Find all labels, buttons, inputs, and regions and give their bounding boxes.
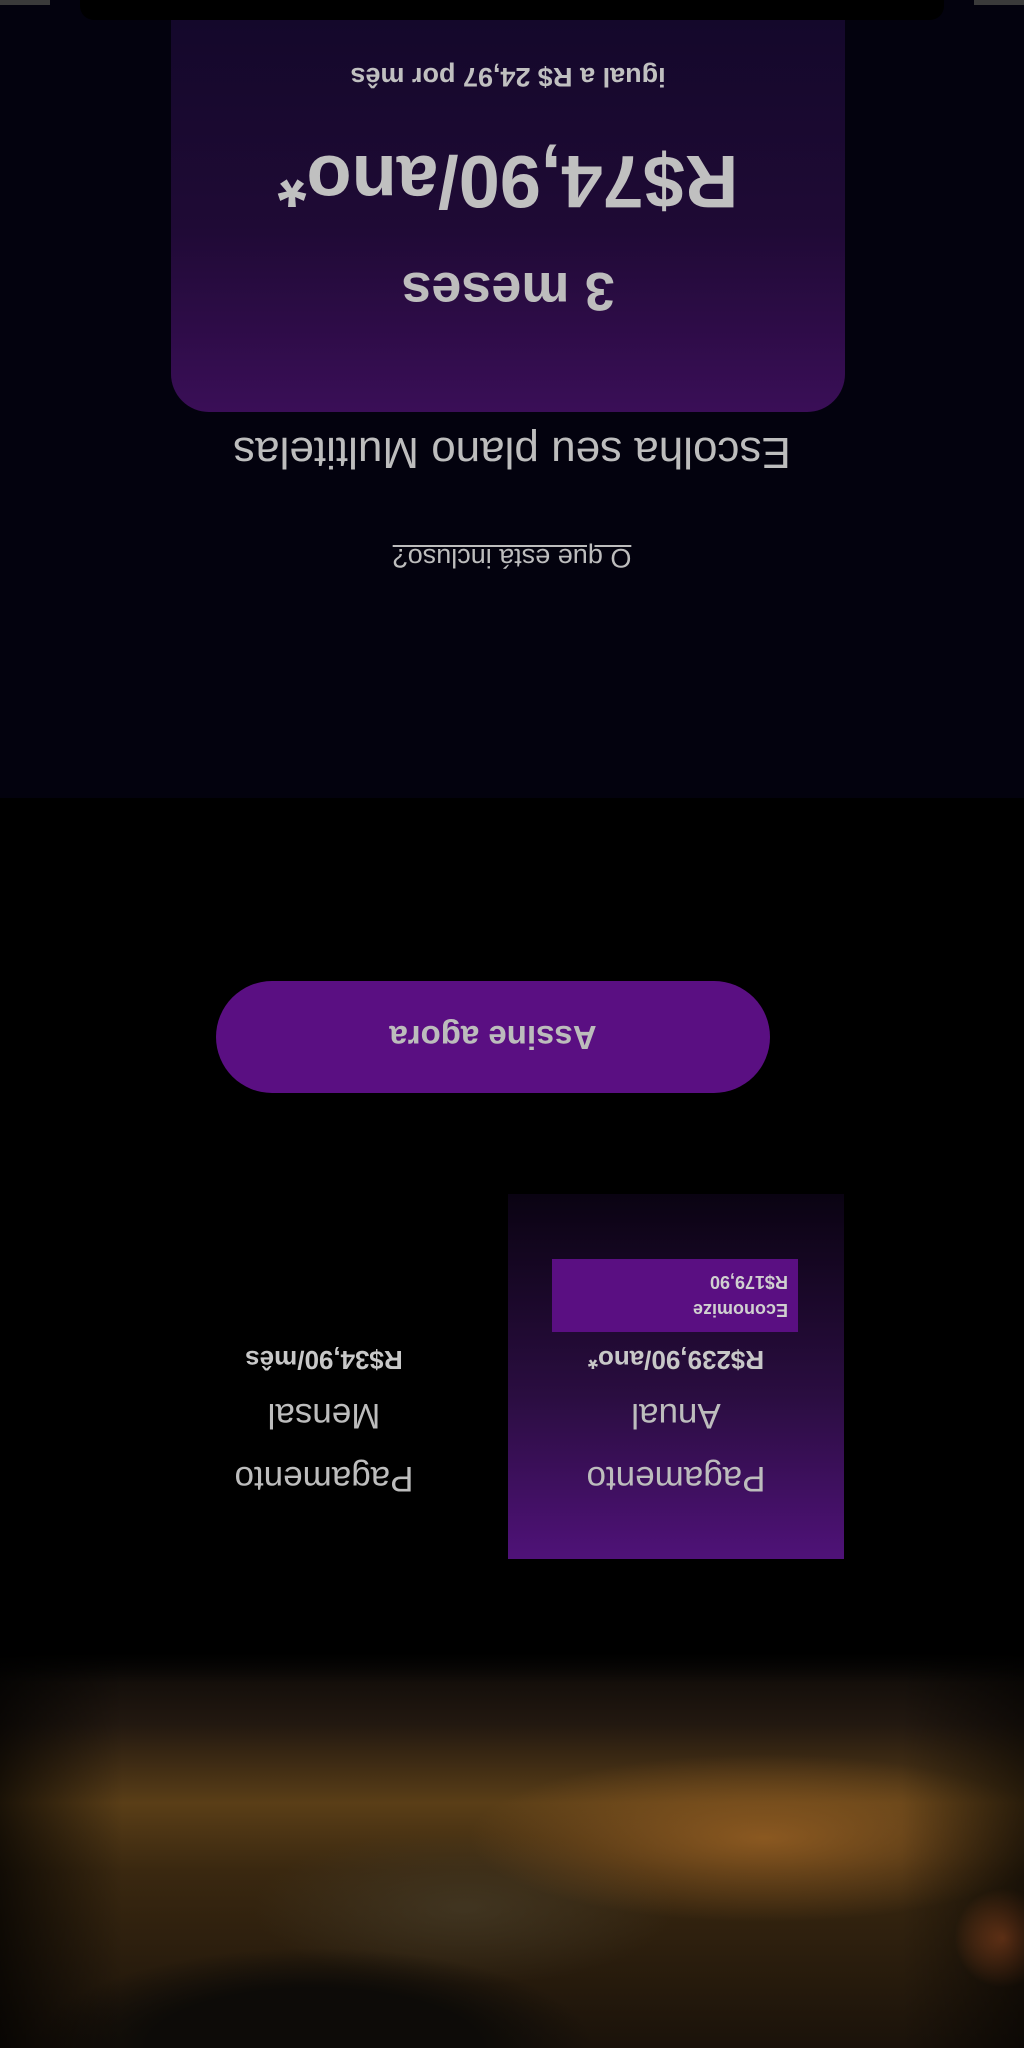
savings-badge: Economize R$179,90 (552, 1259, 798, 1332)
hero-image (0, 1653, 1024, 2048)
hero-edge-shade (0, 1653, 1024, 2048)
plan-card[interactable]: 3 meses R$74,90/ano* igual a R$ 24,97 po… (171, 0, 845, 412)
subscribe-button[interactable]: Assine agora (216, 981, 770, 1093)
payment-annual-price: R$239,90/ano* (587, 1345, 765, 1375)
payment-monthly-title-line1: Pagamento (234, 1459, 414, 1498)
whats-included-link[interactable]: O que está incluso? (393, 543, 632, 573)
plan-duration: 3 meses (401, 261, 615, 321)
status-bar-left (974, 0, 1024, 5)
payment-monthly-option[interactable]: Pagamento Mensal R$34,90/mês (156, 1194, 492, 1559)
payment-monthly-title-line2: Mensal (267, 1396, 381, 1435)
hero-fade (0, 1653, 1024, 1683)
savings-value: R$179,90 (709, 1272, 788, 1292)
payment-monthly-price: R$34,90/mês (245, 1345, 403, 1375)
plans-section: O que está incluso? Escolha seu plano Mu… (0, 0, 1024, 798)
savings-label: Economize (692, 1300, 788, 1320)
payment-annual-title-line1: Pagamento (586, 1459, 766, 1498)
payment-annual-option[interactable]: Pagamento Anual R$239,90/ano* Economize … (508, 1194, 844, 1559)
plan-price: R$74,90/ano* (277, 140, 739, 223)
page: Pagamento Anual R$239,90/ano* Economize … (0, 0, 1024, 2048)
payment-annual-title-line2: Anual (631, 1396, 721, 1435)
status-bar-right (0, 0, 50, 5)
status-notch (80, 0, 944, 20)
plans-title: Escolha seu plano Multitelas (233, 428, 791, 477)
included-link-wrapper: O que está incluso? (0, 542, 1024, 573)
plan-per-month: igual a R$ 24,97 por mês (350, 62, 666, 92)
